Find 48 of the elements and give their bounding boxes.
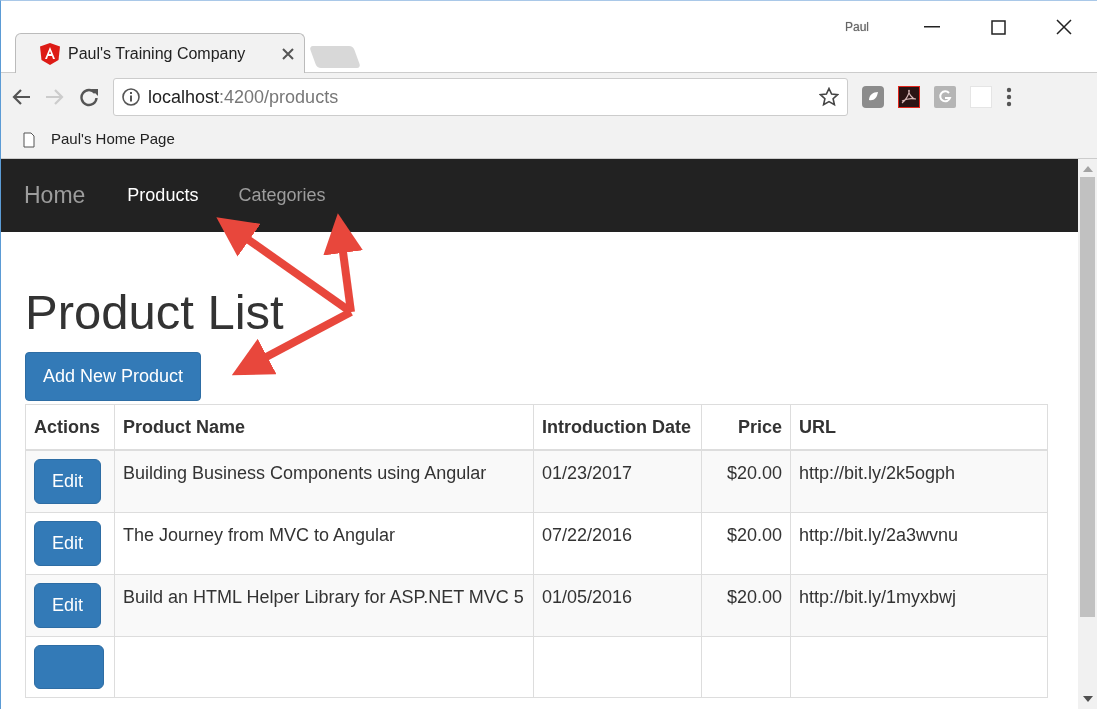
page-heading: Product List <box>25 286 285 340</box>
url-text: localhost <box>148 86 220 107</box>
home-link[interactable]: Home <box>24 178 86 213</box>
column-header: URL <box>799 416 836 437</box>
reload-icon[interactable] <box>79 87 99 107</box>
column-header: Product Name <box>123 416 246 437</box>
add-product-button[interactable]: Add New Product <box>25 351 202 401</box>
url-text: :4200/products <box>219 86 339 107</box>
nav-link[interactable]: Products <box>127 182 199 209</box>
column-header: Introduction Date <box>542 416 691 437</box>
profile-name[interactable]: Paul <box>844 18 869 36</box>
scroll-down-icon[interactable] <box>1082 695 1093 703</box>
table-cell: http://bit.ly/2k5ogph <box>799 462 956 483</box>
info-icon <box>122 88 140 106</box>
table-cell: $20.00 <box>726 524 782 545</box>
browser-tab[interactable]: Paul's Training Company <box>15 33 305 73</box>
close-icon[interactable] <box>1056 19 1072 35</box>
table-cell: $20.00 <box>726 586 782 607</box>
menu-icon[interactable] <box>1006 87 1012 107</box>
table-cell: Building Business Components using Angular <box>123 462 487 483</box>
extension-icon[interactable] <box>862 86 884 108</box>
star-icon[interactable] <box>819 87 839 107</box>
minimize-icon[interactable] <box>924 26 940 28</box>
table-cell: 01/05/2016 <box>542 586 633 607</box>
table-cell: $20.00 <box>726 462 782 483</box>
table-cell: 07/22/2016 <box>542 524 633 545</box>
close-icon[interactable] <box>282 47 294 60</box>
edit-button[interactable]: Edit <box>34 458 102 504</box>
edit-button[interactable]: Edit <box>34 520 102 566</box>
edit-button[interactable]: Edit <box>34 582 102 628</box>
column-header: Actions <box>34 416 100 437</box>
address-bar[interactable]: localhost:4200/products <box>113 78 848 116</box>
maximize-icon[interactable] <box>990 19 1006 35</box>
table-cell: Build an HTML Helper Library for ASP.NET MVC 5 <box>123 586 524 607</box>
back-icon[interactable] <box>11 88 31 106</box>
tab-title: Paul's Training Company <box>68 43 247 64</box>
shield-logo-icon <box>40 42 60 65</box>
table-cell: The Journey from MVC to Angular <box>123 524 396 545</box>
nav-link[interactable]: Categories <box>238 182 326 209</box>
column-header: Price <box>737 416 782 437</box>
table-cell: http://bit.ly/2a3wvnu <box>799 524 959 545</box>
table-cell: http://bit.ly/1myxbwj <box>799 586 957 607</box>
table-cell: 01/23/2017 <box>542 462 633 483</box>
bookmark-item[interactable]: Paul's Home Page <box>23 128 175 151</box>
page-icon <box>23 131 35 148</box>
scrollbar-thumb[interactable] <box>1080 177 1095 617</box>
pdf-extension-icon[interactable] <box>898 86 920 108</box>
edit-button[interactable] <box>34 644 104 689</box>
